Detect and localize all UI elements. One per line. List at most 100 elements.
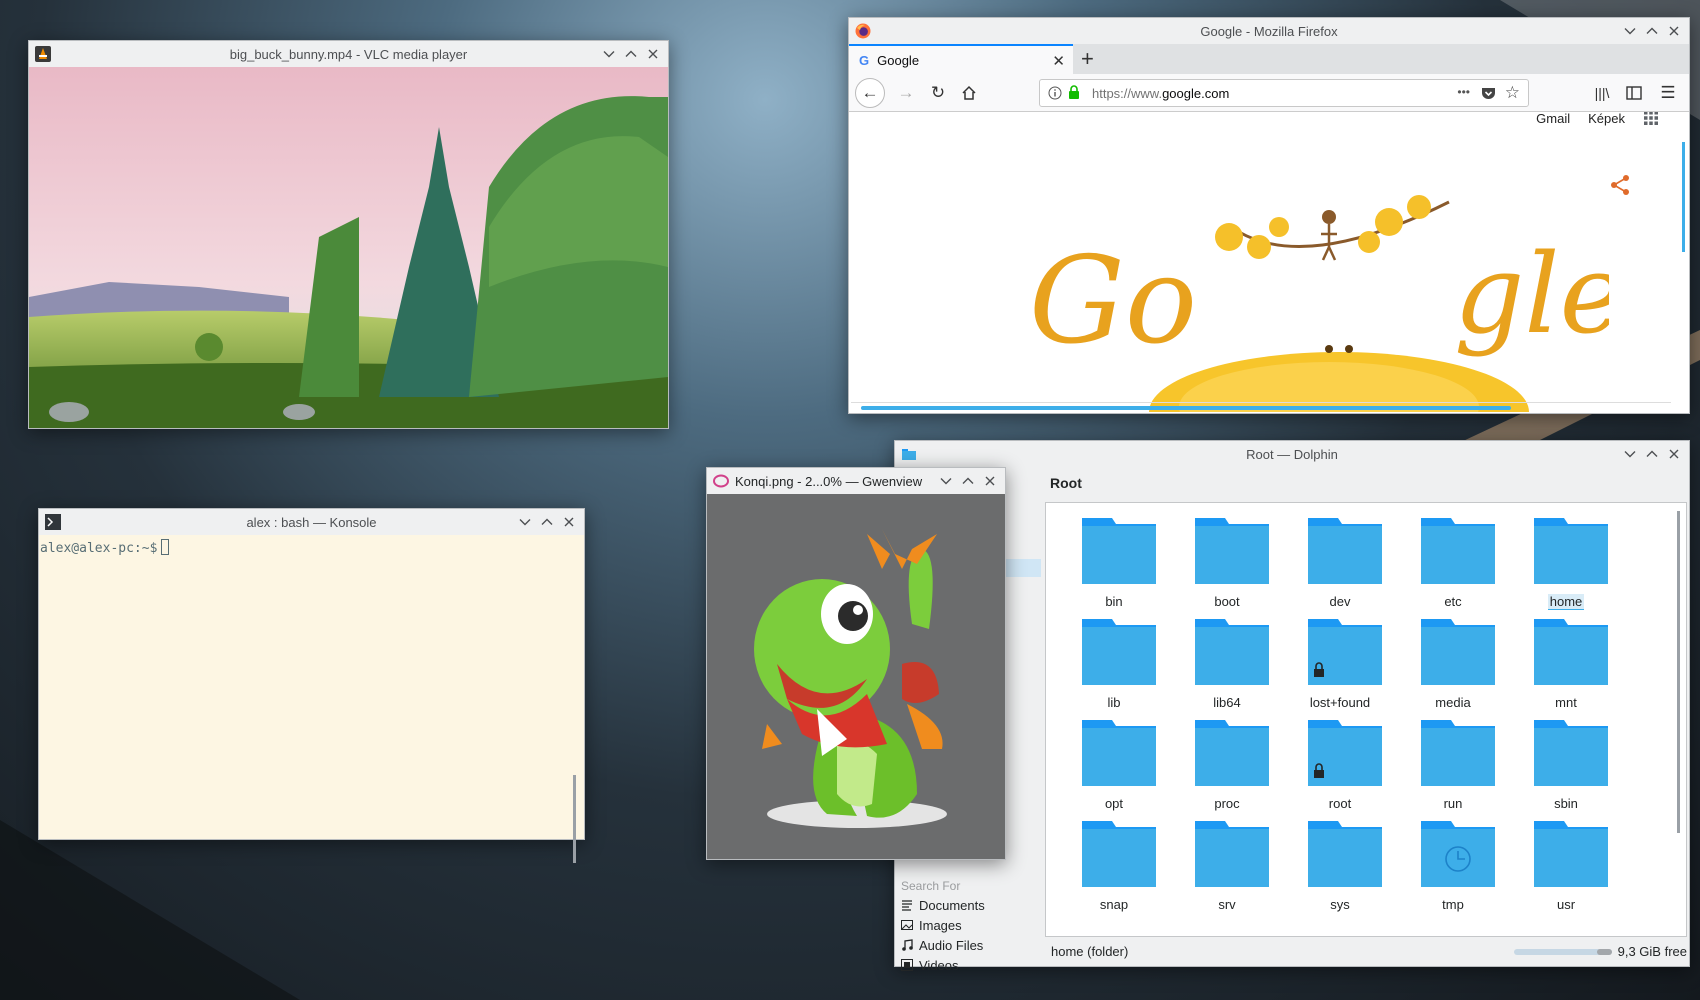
folder-icon xyxy=(1195,619,1269,685)
place-audio-files[interactable]: Audio Files xyxy=(901,935,985,955)
breadcrumb[interactable]: Root xyxy=(1050,475,1082,491)
dolphin-titlebar[interactable]: Root — Dolphin xyxy=(895,441,1689,467)
forward-button[interactable]: → xyxy=(893,80,919,106)
minimize-button[interactable] xyxy=(935,470,957,492)
folder-item[interactable]: lib xyxy=(1053,604,1175,714)
folder-item[interactable]: usr xyxy=(1505,806,1627,916)
folder-icon xyxy=(1195,518,1269,584)
reload-button[interactable]: ↻ xyxy=(925,80,951,106)
svg-text:Go: Go xyxy=(1029,232,1197,371)
close-button[interactable] xyxy=(1663,20,1685,42)
konsole-window[interactable]: alex : bash — Konsole alex@alex-pc:~$ xyxy=(38,508,585,863)
apps-grid-icon[interactable] xyxy=(1643,112,1659,126)
image-canvas[interactable] xyxy=(707,494,1005,859)
google-doodle[interactable]: Go gle xyxy=(1029,162,1609,412)
close-button[interactable] xyxy=(642,43,664,65)
web-content[interactable]: Gmail Képek Go gle xyxy=(849,112,1689,413)
firefox-window[interactable]: Google - Mozilla Firefox G Google ✕ + ← … xyxy=(848,17,1690,414)
folder-item[interactable]: media xyxy=(1392,604,1514,714)
vlc-icon xyxy=(35,46,51,62)
place-documents[interactable]: Documents xyxy=(901,895,985,915)
file-view[interactable]: bin boot dev etc home lib lib64 lost+found media… xyxy=(1045,502,1687,937)
home-button[interactable] xyxy=(956,80,982,106)
place-images[interactable]: Images xyxy=(901,915,985,935)
maximize-button[interactable] xyxy=(957,470,979,492)
folder-item[interactable]: sys xyxy=(1279,806,1401,916)
images-link[interactable]: Képek xyxy=(1588,112,1625,126)
chevron-up-icon xyxy=(625,50,637,57)
folder-item[interactable]: sbin xyxy=(1505,705,1627,815)
folder-item[interactable]: root xyxy=(1279,705,1401,815)
home-icon xyxy=(962,85,976,100)
firefox-titlebar[interactable]: Google - Mozilla Firefox xyxy=(849,18,1689,44)
window-title: alex : bash — Konsole xyxy=(246,514,377,530)
folder-item[interactable]: home xyxy=(1505,503,1627,613)
images-icon xyxy=(901,920,913,930)
menu-button[interactable]: ☰ xyxy=(1655,80,1681,106)
folder-item[interactable]: boot xyxy=(1166,503,1288,613)
folder-item[interactable]: tmp xyxy=(1392,806,1514,916)
folder-item[interactable]: srv xyxy=(1166,806,1288,916)
maximize-button[interactable] xyxy=(1641,20,1663,42)
sidebar-button[interactable] xyxy=(1621,80,1647,106)
file-view-scrollbar[interactable] xyxy=(1677,511,1680,833)
place-label: Audio Files xyxy=(919,937,984,953)
folder-item[interactable]: lib64 xyxy=(1166,604,1288,714)
folder-item[interactable]: etc xyxy=(1392,503,1514,613)
tab-strip: G Google ✕ + xyxy=(849,44,1689,74)
tab-close-icon[interactable]: ✕ xyxy=(1052,52,1065,70)
folder-item[interactable]: dev xyxy=(1279,503,1401,613)
folder-item[interactable]: lost+found xyxy=(1279,604,1401,714)
gwenview-titlebar[interactable]: Konqi.png - 2...0% — Gwenview xyxy=(707,468,1005,494)
minimize-button[interactable] xyxy=(1619,443,1641,465)
bookmark-star-icon[interactable]: ☆ xyxy=(1505,83,1520,103)
gmail-link[interactable]: Gmail xyxy=(1536,112,1570,126)
close-button[interactable] xyxy=(1663,443,1685,465)
maximize-button[interactable] xyxy=(536,511,558,533)
minimize-button[interactable] xyxy=(514,511,536,533)
minimize-button[interactable] xyxy=(1619,20,1641,42)
gwenview-window[interactable]: Konqi.png - 2...0% — Gwenview xyxy=(706,467,1006,860)
terminal-scrollbar[interactable] xyxy=(573,775,576,863)
library-button[interactable]: |||\ xyxy=(1589,80,1615,106)
svg-text:gle: gle xyxy=(1454,230,1609,358)
minimize-button[interactable] xyxy=(598,43,620,65)
folder-icon xyxy=(1082,518,1156,584)
close-button[interactable] xyxy=(979,470,1001,492)
folder-item[interactable]: snap xyxy=(1053,806,1175,916)
maximize-button[interactable] xyxy=(620,43,642,65)
horizontal-scrollbar[interactable] xyxy=(851,402,1671,412)
vertical-scrollbar[interactable] xyxy=(1682,142,1685,252)
dolphin-window[interactable]: Root — Dolphin Search For Documents Imag… xyxy=(894,440,1690,973)
vlc-titlebar[interactable]: big_buck_bunny.mp4 - VLC media player xyxy=(29,41,668,67)
info-icon[interactable] xyxy=(1048,86,1062,100)
folder-icon xyxy=(1308,619,1382,685)
lock-icon[interactable] xyxy=(1068,85,1080,100)
tab-google[interactable]: G Google ✕ xyxy=(849,44,1073,74)
vlc-window[interactable]: big_buck_bunny.mp4 - VLC media player xyxy=(28,40,669,429)
close-icon xyxy=(1669,26,1679,36)
url-bar[interactable]: https://www.google.com ••• ☆ xyxy=(1039,79,1529,107)
video-frame[interactable] xyxy=(29,67,668,428)
url-text: https://www.google.com xyxy=(1092,86,1229,101)
share-icon[interactable] xyxy=(1609,174,1631,196)
terminal-area[interactable]: alex@alex-pc:~$ xyxy=(39,535,584,863)
close-button[interactable] xyxy=(558,511,580,533)
folder-item[interactable]: proc xyxy=(1166,705,1288,815)
page-actions-button[interactable]: ••• xyxy=(1457,85,1470,99)
folder-item[interactable]: mnt xyxy=(1505,604,1627,714)
back-button[interactable]: ← xyxy=(855,78,885,108)
pocket-icon[interactable] xyxy=(1481,86,1496,101)
url-host: google.com xyxy=(1162,85,1230,101)
folder-item[interactable]: bin xyxy=(1053,503,1175,613)
arrow-right-icon: → xyxy=(897,83,915,102)
maximize-button[interactable] xyxy=(1641,443,1663,465)
window-title: big_buck_bunny.mp4 - VLC media player xyxy=(229,46,468,62)
place-videos[interactable]: Videos xyxy=(901,955,985,975)
chevron-up-icon xyxy=(1646,450,1658,457)
folder-item[interactable]: run xyxy=(1392,705,1514,815)
folder-item[interactable]: opt xyxy=(1053,705,1175,815)
horizontal-scrollbar-thumb[interactable] xyxy=(861,406,1511,410)
konsole-titlebar[interactable]: alex : bash — Konsole xyxy=(39,509,584,535)
new-tab-button[interactable]: + xyxy=(1081,46,1094,72)
